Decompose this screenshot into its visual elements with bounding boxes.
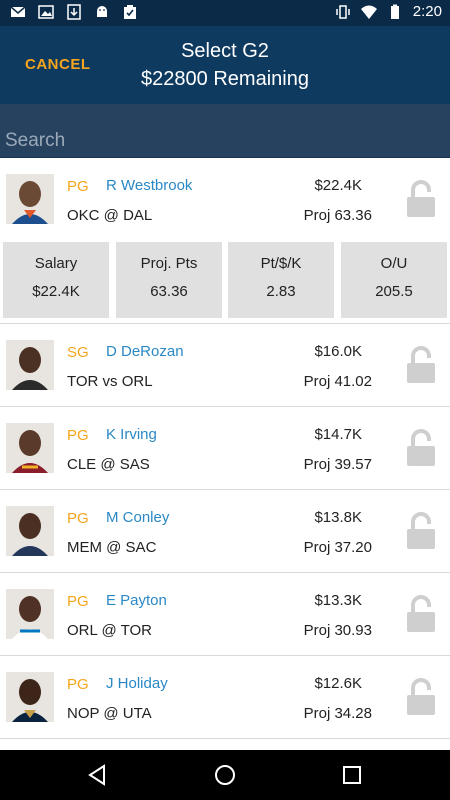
player-position: PG	[67, 593, 89, 610]
stat-label: Salary	[34, 255, 78, 272]
stat-proj-pts: Proj. Pts 63.36	[116, 242, 222, 318]
stat-label: O/U	[380, 255, 408, 272]
player-row-conley[interactable]: PG M Conley MEM @ SAC $13.8K Proj 37.20	[0, 490, 450, 573]
player-salary: $22.4K	[314, 177, 362, 194]
title-position: Select G2	[181, 40, 269, 62]
player-projection: Proj 34.28	[303, 705, 372, 722]
android-icon	[97, 6, 107, 17]
player-name[interactable]: E Payton	[106, 592, 167, 609]
player-salary: $13.3K	[314, 592, 362, 609]
player-position: SG	[67, 344, 89, 361]
title-remaining-budget: $22800 Remaining	[141, 68, 309, 90]
player-salary: $12.6K	[314, 675, 362, 692]
player-position: PG	[67, 676, 89, 693]
player-avatar	[6, 423, 54, 473]
player-row-holiday[interactable]: PG J Holiday NOP @ UTA $12.6K Proj 34.28	[0, 656, 450, 739]
header-bar: CANCEL Select G2 $22800 Remaining	[0, 26, 450, 104]
player-position: PG	[67, 178, 89, 195]
player-game: OKC @ DAL	[67, 207, 153, 224]
unlock-icon[interactable]	[405, 346, 437, 384]
download-icon	[67, 4, 81, 20]
player-projection: Proj 39.57	[303, 456, 372, 473]
player-game: MEM @ SAC	[67, 539, 157, 556]
player-salary: $16.0K	[314, 343, 362, 360]
image-icon	[38, 5, 54, 19]
search-bar	[0, 104, 450, 158]
player-projection: Proj 63.36	[303, 207, 372, 224]
back-icon[interactable]	[86, 763, 110, 787]
player-name[interactable]: J Holiday	[106, 675, 168, 692]
system-nav-bar	[0, 750, 450, 800]
player-list: PG R Westbrook OKC @ DAL $22.4K Proj 63.…	[0, 158, 450, 739]
player-position: PG	[67, 510, 89, 527]
stat-pt-per-dollar: Pt/$/K 2.83	[228, 242, 334, 318]
unlock-icon[interactable]	[405, 595, 437, 633]
stat-salary: Salary $22.4K	[3, 242, 109, 318]
player-row-payton[interactable]: PG E Payton ORL @ TOR $13.3K Proj 30.93	[0, 573, 450, 656]
clipboard-check-icon	[124, 5, 136, 19]
stat-label: Proj. Pts	[140, 255, 198, 272]
stat-label: Pt/$/K	[260, 255, 302, 272]
unlock-icon[interactable]	[405, 678, 437, 716]
player-row-derozan[interactable]: SG D DeRozan TOR vs ORL $16.0K Proj 41.0…	[0, 324, 450, 407]
mail-icon	[10, 6, 26, 17]
player-avatar	[6, 672, 54, 722]
player-projection: Proj 37.20	[303, 539, 372, 556]
player-name[interactable]: R Westbrook	[106, 177, 192, 194]
player-projection: Proj 41.02	[303, 373, 372, 390]
player-name[interactable]: M Conley	[106, 509, 169, 526]
stat-value: $22.4K	[32, 283, 80, 300]
stat-over-under: O/U 205.5	[341, 242, 447, 318]
player-avatar	[6, 174, 54, 224]
home-icon[interactable]	[213, 763, 237, 787]
player-detail-stats: Salary $22.4K Proj. Pts 63.36 Pt/$/K 2.8…	[0, 242, 450, 318]
recents-icon[interactable]	[340, 763, 364, 787]
unlock-icon[interactable]	[405, 180, 437, 218]
player-game: CLE @ SAS	[67, 456, 150, 473]
search-input[interactable]	[0, 126, 450, 156]
player-avatar	[6, 589, 54, 639]
player-salary: $13.8K	[314, 509, 362, 526]
cancel-button[interactable]: CANCEL	[25, 56, 91, 73]
stat-value: 205.5	[375, 283, 413, 300]
status-time: 2:20	[412, 3, 442, 20]
player-name[interactable]: D DeRozan	[106, 343, 184, 360]
player-avatar	[6, 340, 54, 390]
stat-value: 63.36	[150, 283, 188, 300]
vibrate-icon	[336, 4, 350, 19]
stat-value: 2.83	[266, 283, 296, 300]
player-row-westbrook[interactable]: PG R Westbrook OKC @ DAL $22.4K Proj 63.…	[0, 158, 450, 324]
player-game: TOR vs ORL	[67, 373, 153, 390]
player-name[interactable]: K Irving	[106, 426, 157, 443]
player-position: PG	[67, 427, 89, 444]
player-row-irving[interactable]: PG K Irving CLE @ SAS $14.7K Proj 39.57	[0, 407, 450, 490]
battery-icon	[390, 4, 399, 19]
page-title: Select G2 $22800 Remaining	[120, 37, 330, 93]
player-projection: Proj 30.93	[303, 622, 372, 639]
player-salary: $14.7K	[314, 426, 362, 443]
player-avatar	[6, 506, 54, 556]
unlock-icon[interactable]	[405, 429, 437, 467]
unlock-icon[interactable]	[405, 512, 437, 550]
player-game: NOP @ UTA	[67, 705, 152, 722]
status-bar: 2:20	[0, 0, 450, 26]
wifi-icon	[360, 5, 377, 19]
player-game: ORL @ TOR	[67, 622, 152, 639]
